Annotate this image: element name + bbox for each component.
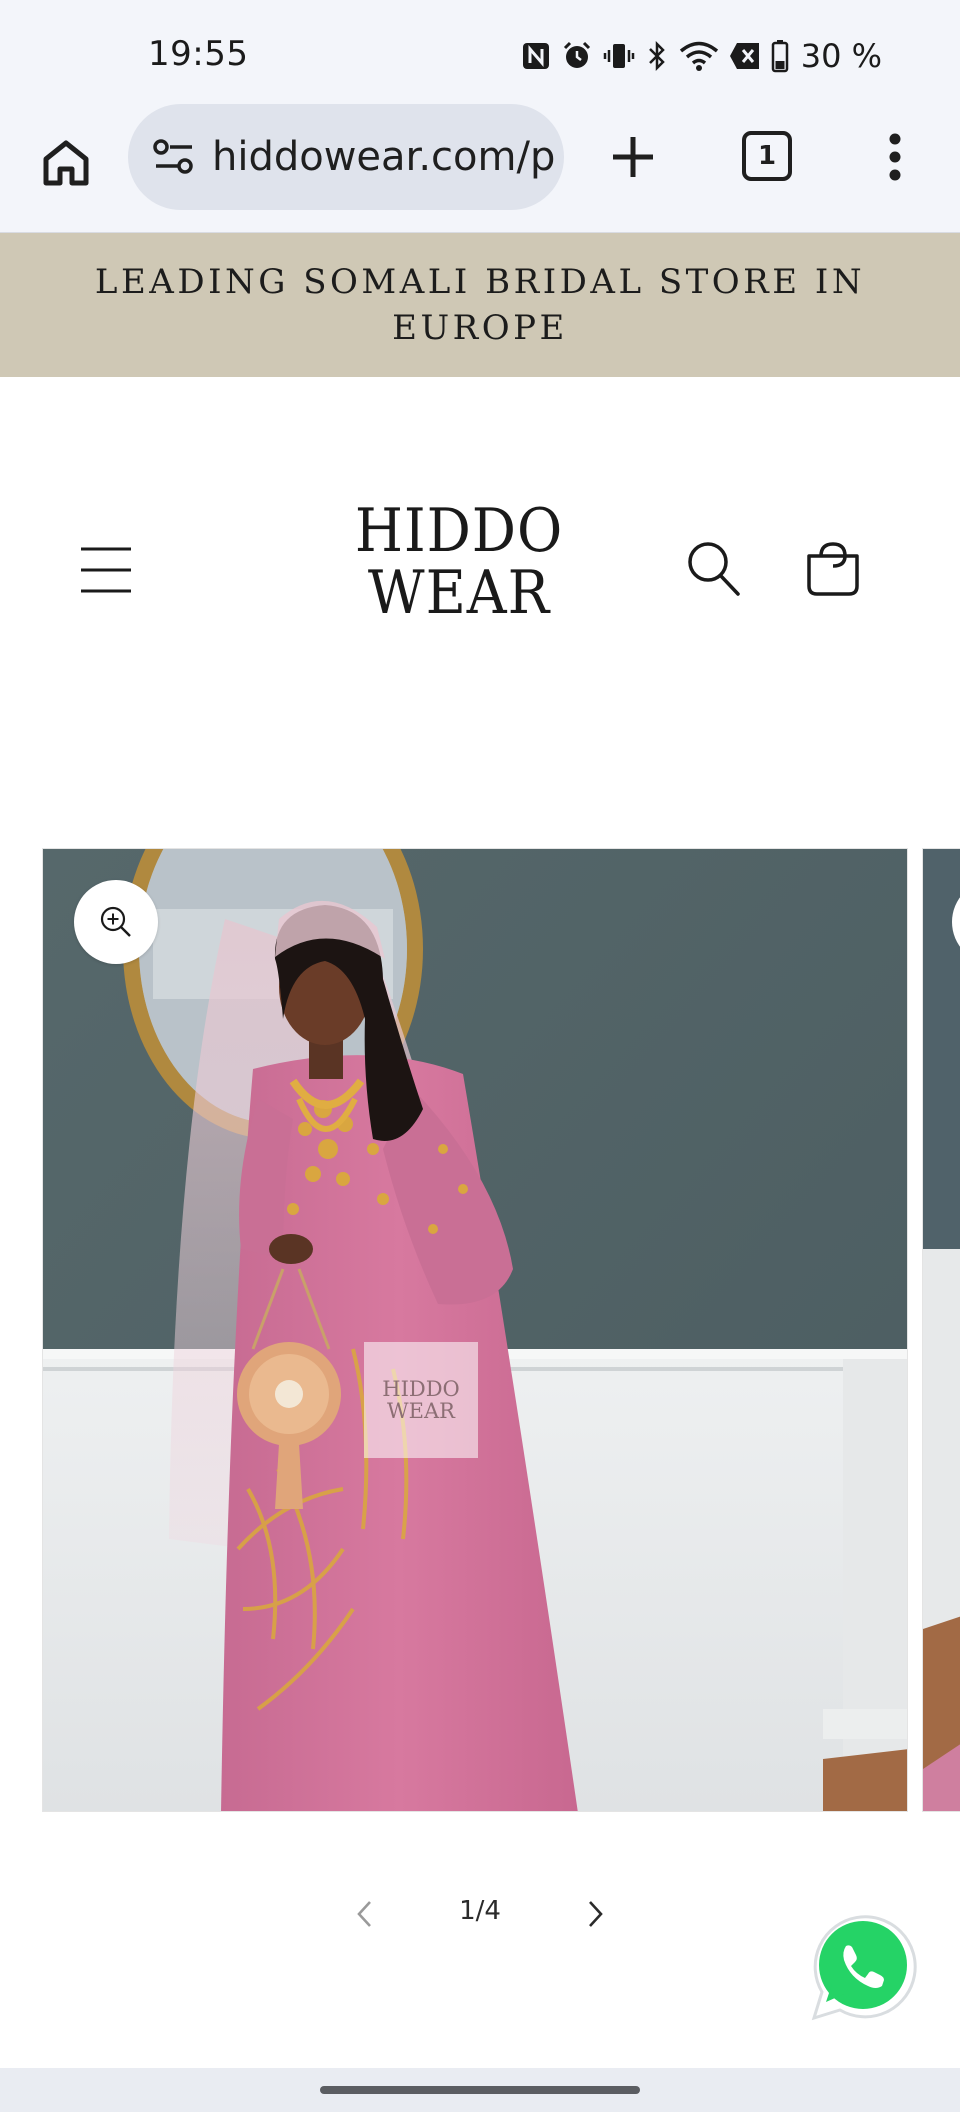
tab-switcher-button[interactable]: 1 bbox=[742, 131, 792, 181]
battery-percentage: 30 % bbox=[800, 37, 882, 75]
chevron-right-icon bbox=[589, 1901, 603, 1927]
store-logo[interactable]: HIDDO WEAR bbox=[344, 500, 574, 624]
next-product-photo bbox=[923, 849, 960, 1811]
status-icons: 30 % bbox=[521, 36, 882, 76]
menu-button[interactable] bbox=[76, 540, 136, 600]
address-bar[interactable]: hiddowear.com/p bbox=[128, 104, 564, 210]
cart-icon bbox=[807, 542, 859, 596]
new-tab-button[interactable] bbox=[600, 124, 666, 190]
status-bar: 19:55 30 % bbox=[0, 0, 960, 104]
cart-button[interactable] bbox=[800, 536, 866, 602]
hamburger-menu-icon bbox=[81, 547, 131, 593]
nfc-icon bbox=[522, 43, 549, 69]
wifi-icon bbox=[679, 41, 718, 71]
browser-toolbar: hiddowear.com/p 1 bbox=[0, 104, 960, 233]
watermark-line-2: WEAR bbox=[387, 1399, 455, 1423]
site-settings-button[interactable] bbox=[150, 133, 198, 181]
whatsapp-icon bbox=[811, 1915, 917, 2021]
search-icon bbox=[688, 542, 740, 596]
whatsapp-chat-button[interactable] bbox=[796, 1906, 922, 2032]
gesture-handle[interactable] bbox=[320, 2086, 640, 2094]
more-vert-icon bbox=[889, 133, 901, 181]
previous-slide-button[interactable] bbox=[344, 1892, 384, 1936]
system-navigation-bar bbox=[0, 2068, 960, 2112]
vibrate-icon bbox=[603, 44, 634, 68]
logo-line-2: WEAR bbox=[367, 558, 551, 628]
product-gallery[interactable]: HIDDO WEAR bbox=[0, 848, 960, 1814]
chevron-left-icon bbox=[357, 1901, 371, 1927]
data-off-icon bbox=[729, 43, 759, 69]
zoom-in-icon bbox=[100, 906, 131, 937]
logo-line-1: HIDDO bbox=[354, 496, 564, 566]
slide-counter: 1/4 bbox=[459, 1896, 501, 1926]
announcement-text: LEADING SOMALI BRIDAL STORE IN EUROPE bbox=[94, 262, 866, 348]
browser-home-button[interactable] bbox=[34, 131, 98, 195]
home-icon bbox=[43, 140, 89, 186]
zoom-button[interactable] bbox=[74, 880, 158, 964]
logo-watermark: HIDDO WEAR bbox=[364, 1342, 478, 1458]
search-button[interactable] bbox=[684, 538, 744, 600]
status-time: 19:55 bbox=[148, 34, 249, 74]
site-settings-icon bbox=[153, 139, 193, 174]
next-product-image-peek[interactable] bbox=[922, 848, 960, 1812]
product-image[interactable] bbox=[42, 848, 908, 1812]
url-text[interactable]: hiddowear.com/p bbox=[212, 134, 555, 180]
next-slide-button[interactable] bbox=[576, 1892, 616, 1936]
browser-menu-button[interactable] bbox=[870, 124, 920, 190]
alarm-icon bbox=[563, 41, 590, 68]
product-photo bbox=[43, 849, 907, 1811]
announcement-bar: LEADING SOMALI BRIDAL STORE IN EUROPE bbox=[0, 233, 960, 377]
battery-icon bbox=[771, 40, 788, 73]
tab-count: 1 bbox=[757, 141, 777, 171]
plus-icon bbox=[613, 137, 653, 177]
bluetooth-icon bbox=[648, 40, 665, 72]
watermark-line-1: HIDDO bbox=[382, 1377, 460, 1401]
